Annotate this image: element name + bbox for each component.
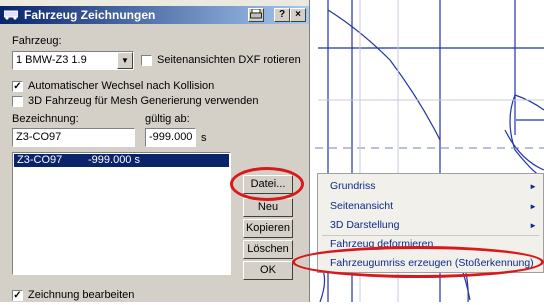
window-title: Fahrzeug Zeichnungen (24, 8, 156, 22)
valid-from-input[interactable]: -999.000 (145, 128, 196, 147)
rotate-dxf-checkbox[interactable] (141, 55, 152, 66)
menu-item-floor-plan[interactable]: Grundriss (330, 180, 376, 192)
copy-button[interactable]: Kopieren (243, 219, 293, 238)
close-button[interactable]: × (290, 8, 306, 22)
list-item[interactable]: Z3-CO97 -999.000 s (14, 154, 229, 167)
title-bar[interactable]: Fahrzeug Zeichnungen ? × (0, 6, 309, 24)
ok-button[interactable]: OK (243, 261, 293, 280)
vehicle-drawings-dialog: Fahrzeug Zeichnungen ? × Fahrzeug: 1 BMW… (0, 0, 310, 302)
name-input[interactable]: Z3-CO97 (12, 128, 135, 147)
drawings-list[interactable]: Z3-CO97 -999.000 s (12, 152, 231, 275)
valid-from-label: gültig ab: (145, 113, 190, 125)
auto-switch-label: Automatischer Wechsel nach Kollision (28, 80, 215, 92)
mesh-gen-label: 3D Fahrzeug für Mesh Generierung verwend… (28, 95, 259, 107)
auto-switch-checkbox[interactable]: ✓ (12, 81, 23, 92)
help-button[interactable]: ? (274, 8, 290, 22)
submenu-arrow-icon: ► (529, 221, 537, 230)
submenu-arrow-icon: ► (529, 182, 537, 191)
highlight-ellipse-outline (292, 246, 544, 278)
vehicle-label: Fahrzeug: (12, 35, 62, 47)
rotate-dxf-label: Seitenansichten DXF rotieren (157, 54, 301, 66)
mesh-gen-checkbox[interactable] (12, 96, 23, 107)
chevron-down-icon[interactable]: ▼ (117, 52, 133, 69)
highlight-ellipse-file (230, 167, 304, 201)
menu-item-3d-view[interactable]: 3D Darstellung (330, 219, 399, 231)
name-label: Bezeichnung: (12, 113, 79, 125)
vehicle-select[interactable]: 1 BMW-Z3 1.9 ▼ (12, 51, 134, 70)
valid-from-unit: s (201, 132, 207, 144)
menu-item-side-view[interactable]: Seitenansicht (330, 200, 393, 212)
vehicle-icon (4, 10, 18, 20)
delete-button[interactable]: Löschen (243, 240, 293, 259)
edit-drawing-label: Zeichnung bearbeiten (28, 289, 135, 301)
submenu-arrow-icon: ► (529, 202, 537, 211)
edit-drawing-checkbox[interactable]: ✓ (12, 290, 23, 301)
menu-separator (322, 235, 539, 236)
print-icon[interactable] (248, 8, 264, 22)
